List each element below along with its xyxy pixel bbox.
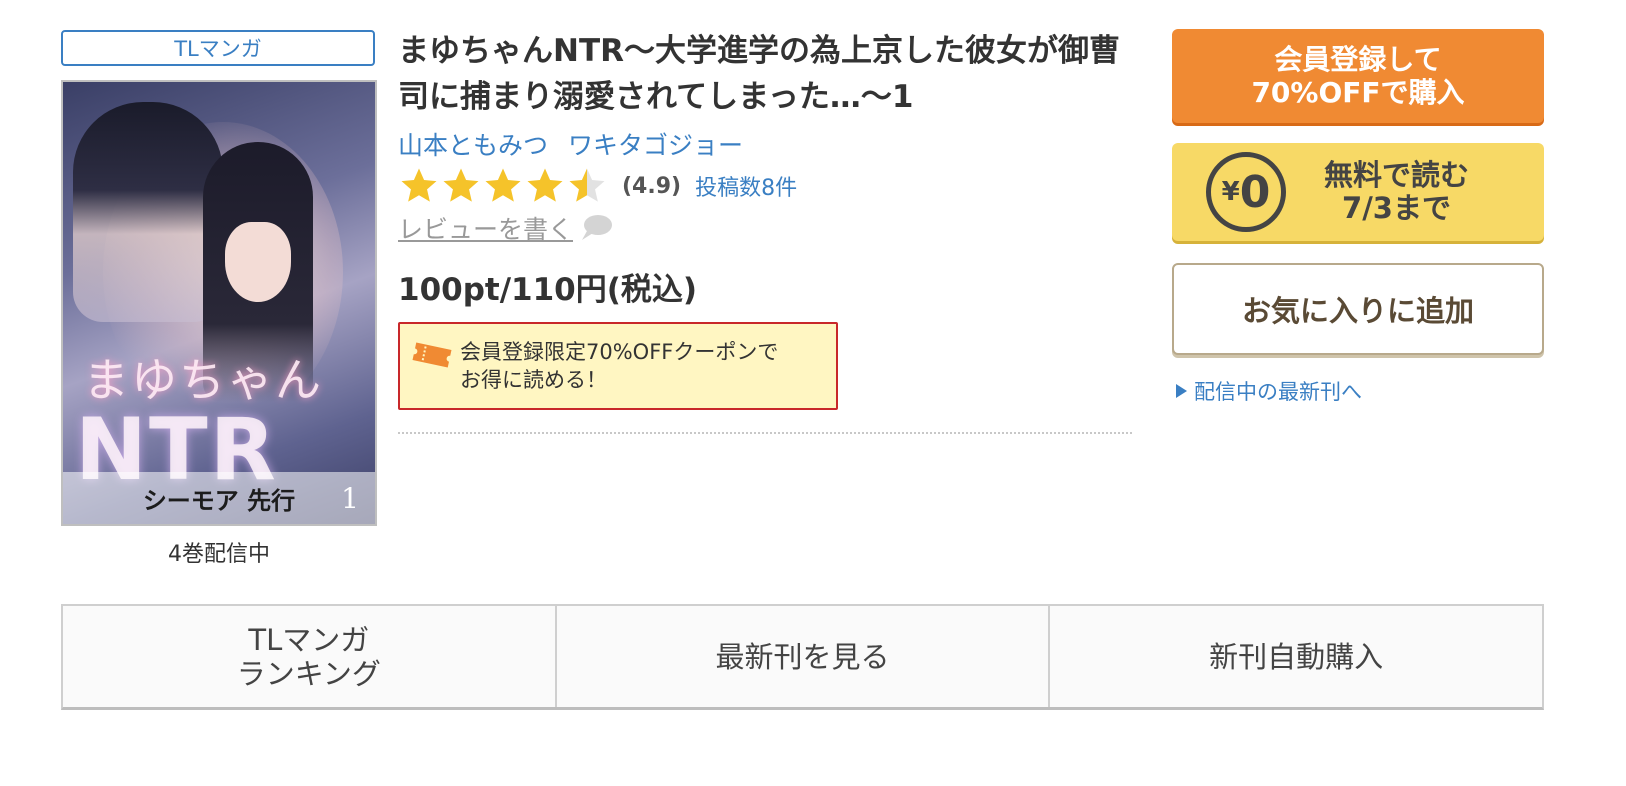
review-count-link[interactable]: 投稿数8件	[695, 170, 797, 202]
star-rating	[398, 165, 608, 207]
add-favorite-button[interactable]: お気に入りに追加	[1172, 263, 1544, 355]
volumes-available: 4巻配信中	[168, 542, 270, 567]
latest-volume-link[interactable]: 配信中の最新刊へ	[1174, 376, 1362, 406]
star-icon	[485, 168, 521, 202]
author-link[interactable]: 山本ともみつ	[398, 131, 548, 160]
author-links: 山本ともみつ ワキタゴジョー	[398, 126, 755, 162]
yen-zero-icon: ¥0	[1206, 152, 1286, 232]
cover-figure-man	[73, 102, 223, 322]
triangle-right-icon	[1176, 384, 1187, 398]
coupon-ticket-icon	[412, 342, 452, 368]
register-purchase-button[interactable]: 会員登録して 70%OFFで購入	[1172, 29, 1544, 123]
register-button-line2: 70%OFFで購入	[1251, 76, 1465, 109]
genre-tag[interactable]: TLマンガ	[61, 30, 375, 66]
rating-value: (4.9)	[622, 173, 682, 199]
star-icon	[527, 168, 563, 202]
rating-row: (4.9) 投稿数8件	[398, 164, 797, 208]
write-review-link[interactable]: レビューを書く	[398, 210, 613, 246]
coupon-text-line2: お得に読める！	[460, 368, 607, 392]
author-link[interactable]: ワキタゴジョー	[568, 131, 743, 160]
cover-brand-logo: シーモア 先行	[142, 486, 296, 515]
star-icon	[443, 168, 479, 202]
price: 100pt/110円(税込)	[398, 272, 698, 308]
product-title: まゆちゃんNTR〜大学進学の為上京した彼女が御曹司に捕まり溺愛されてしまった…〜…	[398, 33, 1120, 115]
bottom-tab-bar: TLマンガ ランキング 最新刊を見る 新刊自動購入	[61, 604, 1544, 710]
read-free-button[interactable]: ¥0 無料で読む 7/3まで	[1172, 143, 1544, 241]
star-icon	[401, 168, 437, 202]
latest-volume-label: 配信中の最新刊へ	[1194, 380, 1362, 404]
tab-ranking-line2: ランキング	[236, 656, 381, 691]
speech-bubble-icon	[582, 215, 613, 240]
zero-symbol: 0	[1239, 166, 1271, 218]
tab-latest-volume[interactable]: 最新刊を見る	[557, 606, 1051, 707]
star-half-icon	[569, 168, 605, 202]
cover-image[interactable]: まゆちゃん NTR 1 シーモア 先行	[61, 80, 377, 526]
register-button-line1: 会員登録して	[1274, 43, 1442, 76]
cover-figure-face	[225, 222, 291, 302]
tab-ranking-line1: TLマンガ	[248, 622, 370, 657]
yen-symbol: ¥	[1221, 177, 1240, 207]
section-divider	[398, 432, 1132, 434]
write-review-label: レビューを書く	[398, 215, 574, 244]
tab-auto-purchase[interactable]: 新刊自動購入	[1050, 606, 1542, 707]
free-button-line2: 7/3まで	[1342, 191, 1451, 225]
tab-ranking[interactable]: TLマンガ ランキング	[63, 606, 557, 707]
coupon-banner[interactable]: 会員登録限定70%OFFクーポンで お得に読める！	[398, 322, 838, 410]
cover-brand-band: シーモア 先行	[63, 472, 375, 524]
free-button-line1: 無料で読む	[1324, 158, 1470, 192]
coupon-text-line1: 会員登録限定70%OFFクーポンで	[460, 340, 779, 364]
